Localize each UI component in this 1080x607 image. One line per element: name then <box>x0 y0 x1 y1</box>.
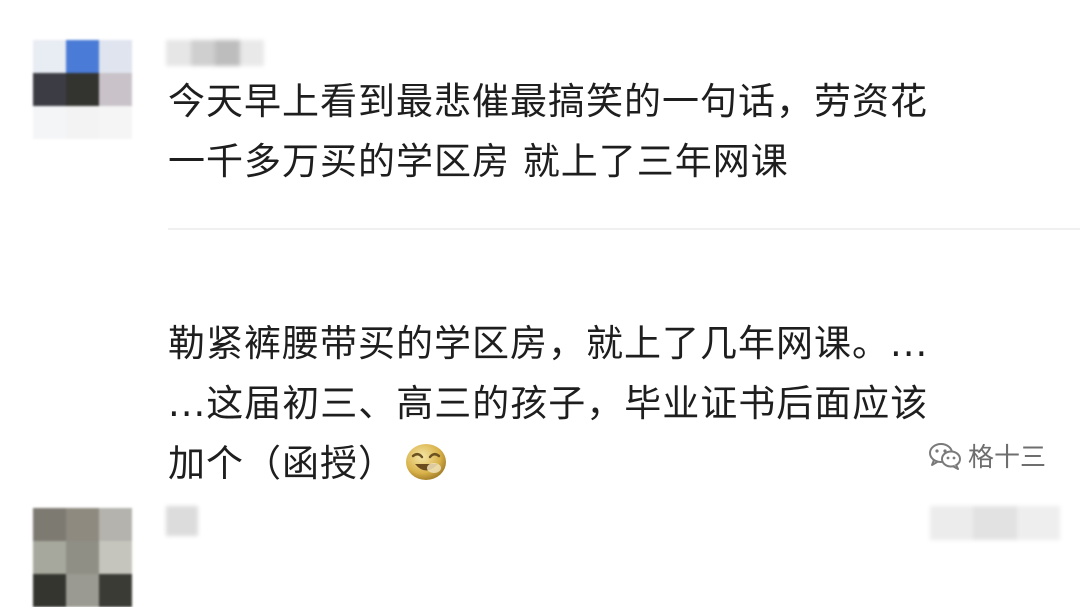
blur-segment <box>166 40 191 66</box>
comment-text-line: 加个（函授） <box>168 434 928 494</box>
comment-text-fragment: 加个（函授） <box>168 442 396 485</box>
watermark-text: 格十三 <box>967 443 1046 473</box>
timestamp-blurred <box>930 506 1060 540</box>
laughing-face-emoji-icon <box>406 444 446 480</box>
avatar-pixel <box>99 541 132 574</box>
avatar-pixel <box>66 508 99 541</box>
comment-text: 勒紧裤腰带买的学区房，就上了几年网课。... ...这届初三、高三的孩子，毕业证… <box>168 314 928 494</box>
comment-text: 今天早上看到最悲催最搞笑的一句话，劳资花 一千多万买的学区房 就上了三年网课 <box>168 72 928 192</box>
avatar-pixel <box>33 508 66 541</box>
avatar-pixel <box>66 73 99 106</box>
avatar-pixel <box>66 106 99 139</box>
avatar-pixel <box>99 508 132 541</box>
avatar-pixel <box>33 574 66 607</box>
avatar-pixel <box>33 40 66 73</box>
avatar-pixel <box>99 574 132 607</box>
blur-segment <box>166 506 198 536</box>
comment-item: 勒紧裤腰带买的学区房，就上了几年网课。... ...这届初三、高三的孩子，毕业证… <box>0 236 1080 607</box>
comment-text-line: 一千多万买的学区房 就上了三年网课 <box>168 140 789 183</box>
comment-item: 今天早上看到最悲催最搞笑的一句话，劳资花 一千多万买的学区房 就上了三年网课 <box>0 0 1080 228</box>
comment-text-line: 勒紧裤腰带买的学区房，就上了几年网课。... <box>168 322 929 365</box>
avatar-pixel <box>33 541 66 574</box>
avatar-pixel <box>99 73 132 106</box>
watermark: 格十三 <box>928 437 1046 474</box>
blur-segment <box>190 40 215 66</box>
avatar[interactable] <box>33 40 132 139</box>
wechat-icon <box>928 442 961 470</box>
avatar-pixel <box>99 106 132 139</box>
username-blurred[interactable] <box>166 40 264 66</box>
blur-segment <box>930 506 974 540</box>
comment-text-line: ...这届初三、高三的孩子，毕业证书后面应该 <box>168 382 929 425</box>
username-blurred[interactable] <box>166 506 198 536</box>
comment-text-line: 今天早上看到最悲催最搞笑的一句话，劳资花 <box>168 80 928 123</box>
avatar-pixel <box>66 541 99 574</box>
avatar-pixel <box>33 106 66 139</box>
blur-segment <box>239 40 264 66</box>
blur-segment <box>973 506 1017 540</box>
avatar-pixel <box>33 73 66 106</box>
blur-segment <box>215 40 240 66</box>
avatar-pixel <box>66 40 99 73</box>
blur-segment <box>1016 506 1060 540</box>
avatar[interactable] <box>33 508 132 607</box>
avatar-pixel <box>99 40 132 73</box>
avatar-pixel <box>66 574 99 607</box>
comment-divider <box>168 228 1080 230</box>
